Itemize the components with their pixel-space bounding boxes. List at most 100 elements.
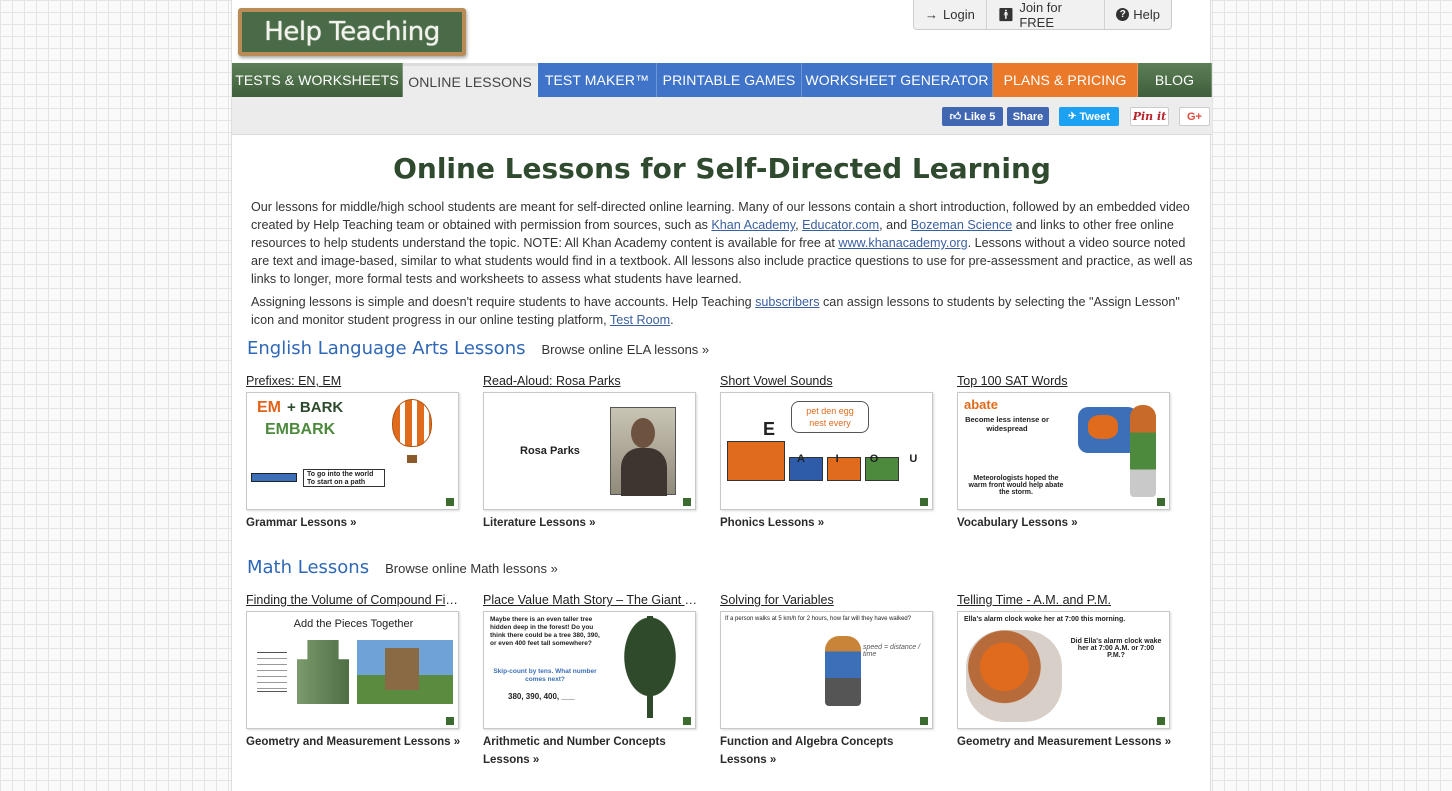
facebook-like-button[interactable]: 👍︎ Like 5 <box>942 107 1003 126</box>
volume-list <box>257 652 287 692</box>
help-icon: ? <box>1116 8 1130 21</box>
definition-line-2: To start on a path <box>307 479 366 486</box>
lesson-title-link[interactable]: Solving for Variables <box>720 592 935 608</box>
grain-elevator-drawing <box>297 640 349 704</box>
join-link[interactable]: 🚹︎ Join for FREE <box>987 0 1106 30</box>
browse-ela-link[interactable]: Browse online ELA lessons » <box>541 342 709 357</box>
category-link[interactable]: Function and Algebra Concepts Lessons » <box>720 733 935 769</box>
help-link[interactable]: ? Help <box>1105 0 1171 29</box>
educator-link[interactable]: Educator.com <box>802 218 879 232</box>
login-icon: →︎ <box>925 7 938 22</box>
tab-tests-worksheets[interactable]: TESTS & WORKSHEETS <box>232 63 403 97</box>
category-link[interactable]: Vocabulary Lessons » <box>957 514 1172 532</box>
person-icon: 🚹︎ <box>997 6 1015 22</box>
thumb-text: E <box>763 419 776 439</box>
site-logo[interactable]: Help Teaching <box>238 8 466 56</box>
lesson-thumbnail[interactable]: Rosa Parks <box>483 392 696 510</box>
help-teaching-mini-logo <box>1157 717 1165 725</box>
speech-bubble: pet den egg nest every <box>791 401 869 433</box>
intro-text: Our lessons for middle/high school stude… <box>251 198 1196 334</box>
tab-printable-games[interactable]: PRINTABLE GAMES <box>657 63 802 97</box>
social-bar: 👍︎ Like 5 Share ✈︎ Tweet Pin it G+ <box>232 97 1212 135</box>
page-container: Help Teaching →︎ Login 🚹︎ Join for FREE … <box>231 0 1212 791</box>
thumb-text: Did Ella's alarm clock wake her at 7:00 … <box>1070 638 1162 659</box>
ela-section-title[interactable]: English Language Arts Lessons <box>247 338 525 359</box>
thumb-text: If a person walks at 5 km/h for 2 hours,… <box>725 616 912 622</box>
category-link[interactable]: Grammar Lessons » <box>246 514 461 532</box>
formula-text: speed = distance / time <box>863 644 921 658</box>
ela-section-header: English Language Arts Lessons Browse onl… <box>247 338 709 359</box>
lesson-title-link[interactable]: Telling Time - A.M. and P.M. <box>957 592 1172 608</box>
main-nav: TESTS & WORKSHEETS ONLINE LESSONS TEST M… <box>232 63 1212 97</box>
lesson-title-link[interactable]: Top 100 SAT Words <box>957 373 1172 389</box>
help-teaching-mini-logo <box>683 498 691 506</box>
tweet-button[interactable]: ✈︎ Tweet <box>1059 107 1119 126</box>
thumb-text: EM <box>257 399 281 416</box>
google-plus-button[interactable]: G+ <box>1179 107 1210 126</box>
category-link[interactable]: Geometry and Measurement Lessons » <box>957 733 1172 751</box>
tab-test-maker[interactable]: TEST MAKER™ <box>538 63 657 97</box>
tab-blog[interactable]: BLOG <box>1138 63 1212 97</box>
pinterest-button[interactable]: Pin it <box>1130 107 1169 126</box>
lesson-title-link[interactable]: Finding the Volume of Compound Figures <box>246 592 461 608</box>
bozeman-science-link[interactable]: Bozeman Science <box>911 218 1013 232</box>
lesson-thumbnail[interactable]: pet den egg nest every E A I O U <box>720 392 933 510</box>
lesson-thumbnail[interactable]: Ella's alarm clock woke her at 7:00 this… <box>957 611 1170 729</box>
lesson-thumbnail[interactable]: abate Become less intense or widespread … <box>957 392 1170 510</box>
lesson-card: Read-Aloud: Rosa Parks Rosa Parks Litera… <box>483 373 698 532</box>
balloon-icon <box>392 399 432 447</box>
browse-math-link[interactable]: Browse online Math lessons » <box>385 561 558 576</box>
test-room-link[interactable]: Test Room <box>610 313 670 327</box>
lesson-title-link[interactable]: Prefixes: EN, EM <box>246 373 461 389</box>
tab-plans-pricing[interactable]: PLANS & PRICING <box>993 63 1138 97</box>
login-label: Login <box>943 7 975 22</box>
bubble-line-2: nest every <box>809 418 851 428</box>
like-label: Like 5 <box>964 110 996 123</box>
lesson-thumbnail[interactable]: Maybe there is an even taller tree hidde… <box>483 611 696 729</box>
khan-academy-link[interactable]: Khan Academy <box>711 218 795 232</box>
lesson-thumbnail[interactable]: EM + BARK EMBARK To go into the world To… <box>246 392 459 510</box>
thumb-text: abate <box>964 397 998 412</box>
walking-boy-image <box>825 636 861 706</box>
help-teaching-mini-logo <box>920 717 928 725</box>
train-engine-icon <box>727 441 785 481</box>
category-link[interactable]: Literature Lessons » <box>483 514 698 532</box>
intro-text-1c: , and <box>879 218 911 232</box>
lesson-thumbnail[interactable]: Add the Pieces Together <box>246 611 459 729</box>
lesson-card: Prefixes: EN, EM EM + BARK EMBARK To go … <box>246 373 461 532</box>
lesson-title-link[interactable]: Place Value Math Story – The Giant Tree <box>483 592 698 608</box>
category-link[interactable]: Phonics Lessons » <box>720 514 935 532</box>
thumb-text: Meteorologists hoped the warm front woul… <box>968 475 1064 496</box>
help-label: Help <box>1133 7 1160 22</box>
intro-text-2c: . <box>670 313 674 327</box>
account-bar: →︎ Login 🚹︎ Join for FREE ? Help <box>913 0 1172 30</box>
page-title: Online Lessons for Self-Directed Learnin… <box>393 152 1051 185</box>
category-link[interactable]: Geometry and Measurement Lessons » <box>246 733 461 751</box>
cartoon-figure <box>1130 405 1156 497</box>
lesson-title-link[interactable]: Short Vowel Sounds <box>720 373 935 389</box>
tab-worksheet-generator[interactable]: WORKSHEET GENERATOR <box>802 63 993 97</box>
subscribers-link[interactable]: subscribers <box>755 295 819 309</box>
lesson-thumbnail[interactable]: If a person walks at 5 km/h for 2 hours,… <box>720 611 933 729</box>
lesson-card: Place Value Math Story – The Giant Tree … <box>483 592 698 769</box>
help-teaching-mini-logo <box>683 717 691 725</box>
thumb-text: Ella's alarm clock woke her at 7:00 this… <box>964 616 1126 623</box>
portrait-image <box>610 407 676 496</box>
tab-online-lessons[interactable]: ONLINE LESSONS <box>403 63 538 97</box>
lesson-title-link[interactable]: Read-Aloud: Rosa Parks <box>483 373 698 389</box>
definition-line-1: To go into the world <box>307 471 374 478</box>
lesson-card: Finding the Volume of Compound Figures A… <box>246 592 461 751</box>
thumb-text: Skip-count by tens. What number comes ne… <box>493 668 597 683</box>
bubble-line-1: pet den egg <box>806 406 854 416</box>
join-label: Join for FREE <box>1019 0 1062 30</box>
khanacademy-url-link[interactable]: www.khanacademy.org <box>838 236 967 250</box>
category-link[interactable]: Arithmetic and Number Concepts Lessons » <box>483 733 698 769</box>
help-teaching-mini-logo <box>920 498 928 506</box>
thumb-text: + BARK <box>287 399 344 416</box>
intro-paragraph-2: Assigning lessons is simple and doesn't … <box>251 293 1196 329</box>
math-section-title[interactable]: Math Lessons <box>247 557 369 578</box>
lesson-card: Top 100 SAT Words abate Become less inte… <box>957 373 1172 532</box>
facebook-share-button[interactable]: Share <box>1007 107 1049 126</box>
login-link[interactable]: →︎ Login <box>914 0 987 29</box>
thumb-text: Add the Pieces Together <box>293 618 414 630</box>
